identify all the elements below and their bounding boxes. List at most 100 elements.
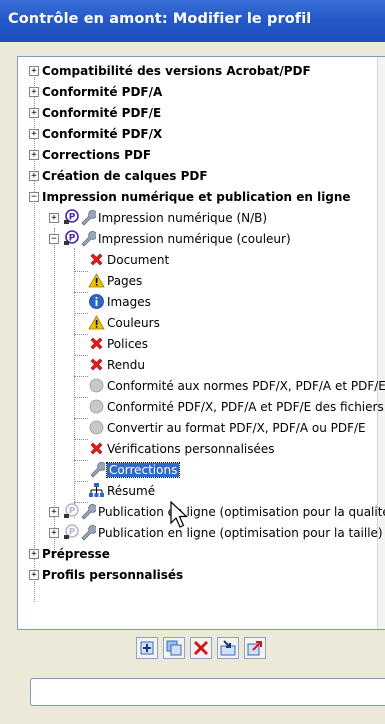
tree-item-polices[interactable]: Polices	[18, 334, 385, 354]
tree-profile[interactable]: + P Publication en ligne (optimisation p…	[18, 523, 385, 543]
disabled-circle-icon	[89, 420, 104, 435]
profile-label: Publication en ligne (optimisation pour …	[98, 526, 383, 540]
expand-icon[interactable]: +	[29, 108, 39, 118]
warning-icon	[88, 315, 105, 330]
tree-item-document[interactable]: Document	[18, 250, 385, 270]
delete-button[interactable]	[190, 637, 212, 659]
tree-item-pages[interactable]: Pages	[18, 271, 385, 291]
expand-icon[interactable]: +	[49, 213, 59, 223]
delete-icon	[193, 640, 209, 656]
group-label: Corrections PDF	[42, 148, 152, 162]
item-label: Document	[107, 253, 170, 267]
expand-icon[interactable]: +	[29, 150, 39, 160]
profile-label: Publication en ligne (optimisation pour …	[98, 505, 385, 519]
item-label: Couleurs	[107, 316, 160, 330]
expand-icon[interactable]: +	[29, 129, 39, 139]
svg-text:P: P	[69, 528, 76, 538]
expand-icon[interactable]: +	[49, 528, 59, 538]
disabled-circle-icon	[89, 399, 104, 414]
item-label: Convertir au format PDF/X, PDF/A ou PDF/…	[107, 421, 366, 435]
expand-icon[interactable]: +	[29, 87, 39, 97]
svg-text:P: P	[69, 507, 76, 517]
item-label: Conformité aux normes PDF/X, PDF/A et PD…	[107, 379, 385, 393]
export-icon	[247, 641, 262, 656]
tree-item-resume[interactable]: Résumé	[18, 481, 385, 501]
tree-profile-expanded[interactable]: − P Impression numérique (couleur)	[18, 229, 385, 249]
info-icon	[89, 294, 104, 309]
tree-item-rendu[interactable]: Rendu	[18, 355, 385, 375]
tree-group[interactable]: + Conformité PDF/E	[18, 103, 385, 123]
group-label: Conformité PDF/E	[42, 106, 162, 120]
group-label: Impression numérique et publication en l…	[42, 190, 351, 204]
new-icon	[140, 641, 154, 655]
error-icon	[90, 442, 103, 455]
profile-label: Impression numérique (N/B)	[98, 211, 268, 225]
tree-group[interactable]: + Compatibilité des versions Acrobat/PDF	[18, 61, 385, 81]
wrench-icon	[81, 230, 96, 247]
group-label: Conformité PDF/A	[42, 85, 163, 99]
profile-lock-disabled-icon: P	[64, 524, 79, 539]
profile-lock-icon: P	[64, 209, 79, 224]
tree-group[interactable]: + Création de calques PDF	[18, 166, 385, 186]
warning-icon	[88, 273, 105, 288]
group-label: Profils personnalisés	[42, 568, 184, 582]
expand-icon[interactable]: +	[29, 66, 39, 76]
tree-profile[interactable]: + P Impression numérique (N/B)	[18, 208, 385, 228]
tree-group-expanded[interactable]: − Impression numérique et publication en…	[18, 187, 385, 207]
collapse-icon[interactable]: −	[49, 234, 59, 244]
hierarchy-icon	[89, 483, 104, 497]
item-label: Rendu	[107, 358, 146, 372]
tree-item-images[interactable]: Images	[18, 292, 385, 312]
wrench-icon	[90, 461, 105, 478]
profile-label: Impression numérique (couleur)	[98, 232, 291, 246]
item-label: Pages	[107, 274, 143, 288]
item-label: Images	[107, 295, 151, 309]
wrench-icon	[81, 503, 96, 520]
export-button[interactable]	[244, 637, 266, 659]
expand-icon[interactable]: +	[49, 507, 59, 517]
svg-text:P: P	[69, 234, 76, 244]
item-label: Polices	[107, 337, 149, 351]
group-label: Création de calques PDF	[42, 169, 208, 183]
collapse-icon[interactable]: −	[29, 192, 39, 202]
import-button[interactable]	[217, 637, 239, 659]
tree-group[interactable]: + Conformité PDF/X	[18, 124, 385, 144]
profile-tree[interactable]: + Compatibilité des versions Acrobat/PDF…	[17, 56, 385, 630]
expand-icon[interactable]: +	[29, 570, 39, 580]
item-label: Corrections	[105, 462, 181, 478]
tree-item-conformite-normes[interactable]: Conformité aux normes PDF/X, PDF/A et PD…	[18, 376, 385, 396]
tree-profile[interactable]: + P Publication en ligne (optimisation p…	[18, 502, 385, 522]
group-label: Compatibilité des versions Acrobat/PDF	[42, 64, 311, 78]
item-label: Résumé	[107, 484, 156, 498]
new-button[interactable]	[136, 637, 158, 659]
duplicate-button[interactable]	[163, 637, 185, 659]
group-label: Conformité PDF/X	[42, 127, 163, 141]
mouse-pointer-icon	[170, 501, 189, 528]
wrench-icon	[81, 524, 96, 541]
error-icon	[90, 253, 103, 266]
tree-group[interactable]: + Corrections PDF	[18, 145, 385, 165]
group-label: Prépresse	[42, 547, 110, 561]
tree-item-corrections[interactable]: Corrections	[18, 460, 385, 480]
tree-item-couleurs[interactable]: Couleurs	[18, 313, 385, 333]
tree-item-convertir[interactable]: Convertir au format PDF/X, PDF/A ou PDF/…	[18, 418, 385, 438]
profile-lock-icon: P	[64, 230, 79, 245]
tree-group[interactable]: + Profils personnalisés	[18, 565, 385, 585]
tree-group[interactable]: + Conformité PDF/A	[18, 82, 385, 102]
tree-item-conformite-fichiers[interactable]: Conformité PDF/X, PDF/A et PDF/E des fic…	[18, 397, 385, 417]
item-label: Conformité PDF/X, PDF/A et PDF/E des fic…	[107, 400, 384, 414]
tree-group[interactable]: + Prépresse	[18, 544, 385, 564]
error-icon	[90, 337, 103, 350]
title-bar: Contrôle en amont: Modifier le profil	[0, 0, 385, 42]
error-icon	[90, 358, 103, 371]
svg-text:P: P	[69, 213, 76, 223]
profile-lock-disabled-icon: P	[64, 503, 79, 518]
window-title: Contrôle en amont: Modifier le profil	[8, 11, 312, 27]
duplicate-icon	[166, 640, 182, 656]
description-field[interactable]	[30, 678, 385, 706]
tree-item-verifications[interactable]: Vérifications personnalisées	[18, 439, 385, 459]
expand-icon[interactable]: +	[29, 171, 39, 181]
wrench-icon	[81, 209, 96, 226]
import-icon	[220, 640, 236, 656]
expand-icon[interactable]: +	[29, 549, 39, 559]
